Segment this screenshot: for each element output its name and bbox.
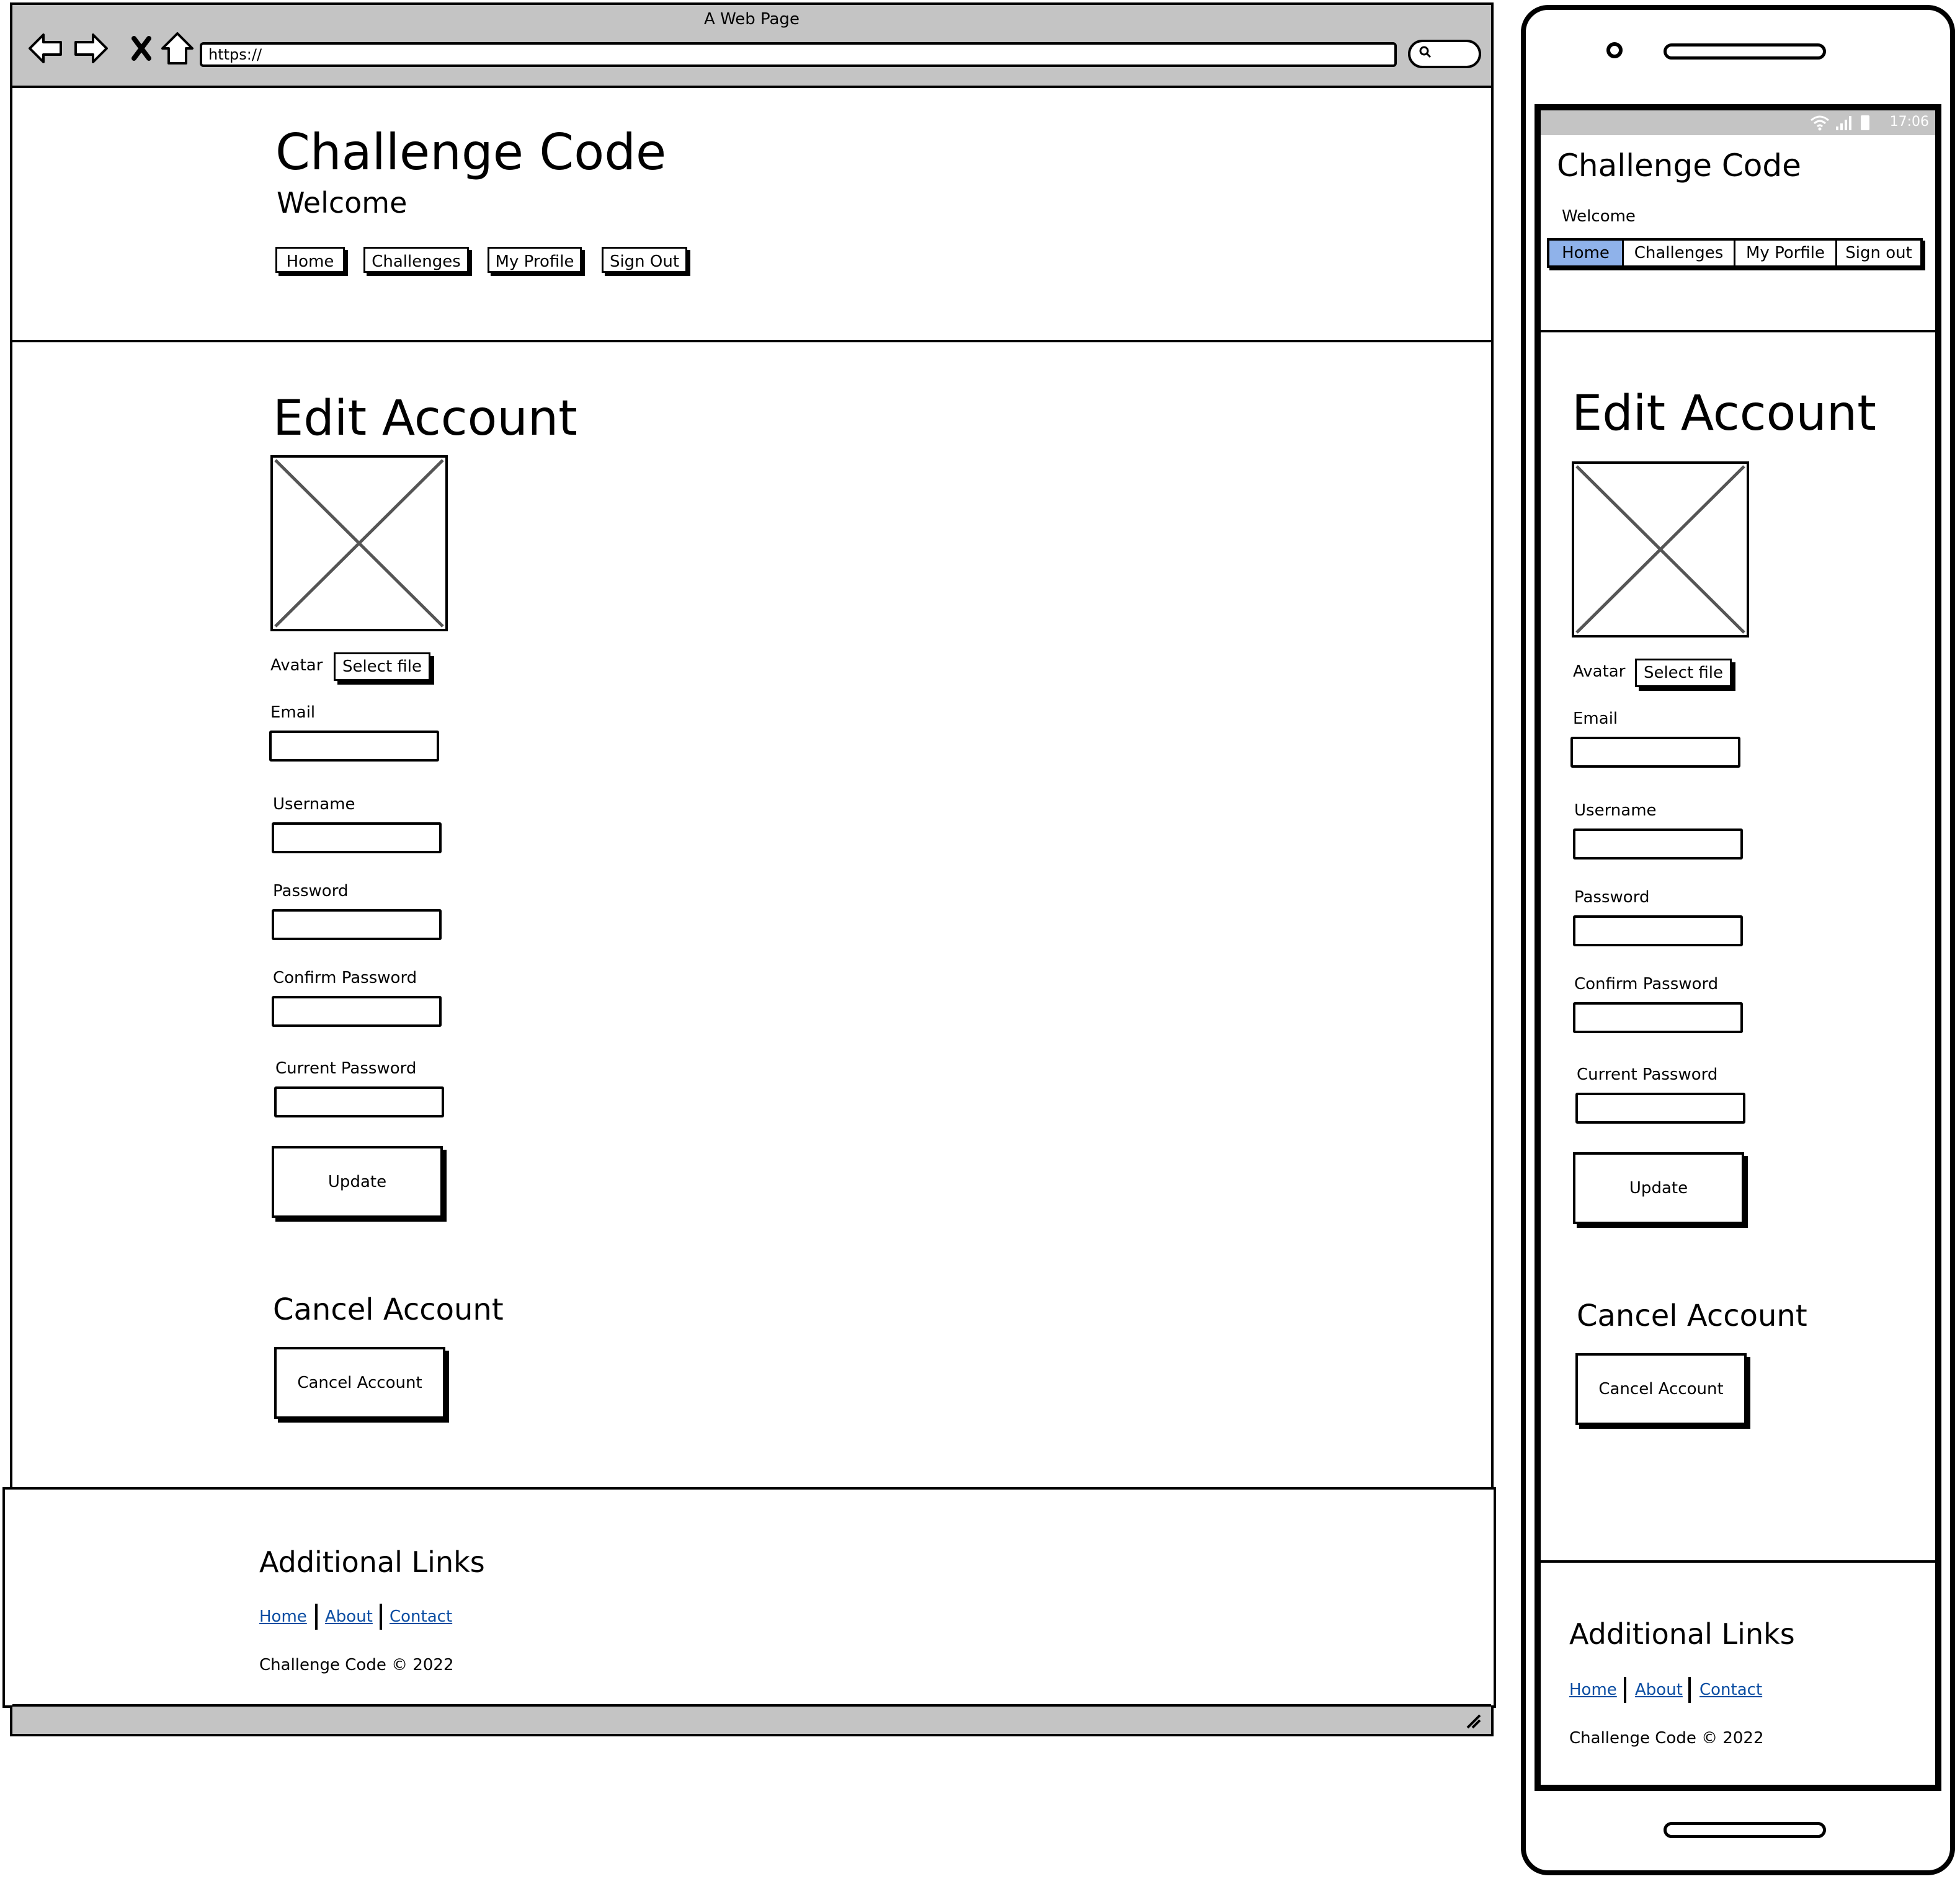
- tab-home[interactable]: Home: [1549, 241, 1624, 265]
- copyright-text: Challenge Code © 2022: [1569, 1729, 1764, 1748]
- signal-icon: [1836, 116, 1851, 130]
- current-password-field[interactable]: [274, 1086, 444, 1117]
- email-label: Email: [270, 703, 316, 722]
- update-button[interactable]: Update: [1573, 1152, 1744, 1224]
- avatar-label: Avatar: [1573, 662, 1626, 681]
- address-bar[interactable]: https://: [200, 42, 1397, 67]
- cancel-account-button[interactable]: Cancel Account: [274, 1347, 445, 1419]
- cancel-account-heading: Cancel Account: [1577, 1299, 1807, 1333]
- link-divider: [1688, 1677, 1691, 1703]
- site-title: Challenge Code: [275, 123, 667, 181]
- current-password-label: Current Password: [1577, 1065, 1718, 1084]
- username-field[interactable]: [272, 822, 442, 853]
- avatar-image-placeholder: [270, 455, 448, 631]
- home-icon[interactable]: [159, 30, 196, 67]
- forward-arrow-icon[interactable]: [72, 30, 109, 67]
- update-button[interactable]: Update: [272, 1146, 443, 1218]
- tab-challenges[interactable]: Challenges: [1624, 241, 1735, 265]
- site-title: Challenge Code: [1557, 148, 1801, 184]
- username-field[interactable]: [1573, 828, 1743, 860]
- avatar-image-placeholder: [1572, 461, 1749, 637]
- additional-links-heading: Additional Links: [259, 1545, 485, 1579]
- edit-account-heading: Edit Account: [1572, 386, 1876, 442]
- edit-account-heading: Edit Account: [273, 391, 577, 446]
- site-footer: Additional Links Home About Contact Chal…: [2, 1487, 1496, 1708]
- browser-status-bar: [12, 1704, 1491, 1734]
- email-field[interactable]: [1570, 737, 1740, 768]
- tab-sign-out[interactable]: Sign out: [1837, 241, 1920, 265]
- username-label: Username: [273, 795, 355, 814]
- email-field[interactable]: [269, 731, 439, 762]
- password-field[interactable]: [272, 909, 442, 940]
- welcome-text: Welcome: [1562, 207, 1636, 226]
- copyright-text: Challenge Code © 2022: [259, 1656, 454, 1674]
- home-button-slot[interactable]: [1664, 1822, 1826, 1838]
- browser-search-box[interactable]: [1408, 40, 1481, 68]
- back-arrow-icon[interactable]: [27, 30, 65, 67]
- footer-link-home[interactable]: Home: [259, 1607, 307, 1626]
- image-placeholder-icon: [1575, 465, 1745, 634]
- nav-home-button[interactable]: Home: [275, 247, 345, 273]
- mobile-status-bar: 17:06: [1541, 110, 1935, 135]
- confirm-password-field[interactable]: [1573, 1002, 1743, 1033]
- confirm-password-field[interactable]: [272, 996, 442, 1027]
- browser-toolbar: A Web Page https://: [12, 5, 1491, 88]
- confirm-password-label: Confirm Password: [273, 969, 417, 987]
- select-file-button[interactable]: Select file: [334, 652, 430, 681]
- link-divider: [1624, 1677, 1626, 1703]
- username-label: Username: [1574, 801, 1657, 820]
- image-placeholder-icon: [274, 459, 444, 628]
- mobile-phone-frame: 17:06 Challenge Code Welcome Home Challe…: [1521, 5, 1955, 1875]
- search-icon: [1419, 46, 1432, 58]
- status-icons: [1811, 115, 1869, 131]
- footer-link-about[interactable]: About: [325, 1607, 373, 1626]
- nav-challenges-button[interactable]: Challenges: [363, 247, 469, 273]
- footer-link-contact[interactable]: Contact: [1699, 1681, 1762, 1699]
- current-password-label: Current Password: [275, 1059, 417, 1078]
- link-divider: [380, 1604, 382, 1630]
- battery-icon: [1861, 115, 1869, 130]
- resize-grip-icon[interactable]: [1464, 1712, 1482, 1730]
- footer-link-contact[interactable]: Contact: [390, 1607, 452, 1626]
- window-title: A Web Page: [704, 10, 800, 29]
- select-file-button[interactable]: Select file: [1635, 659, 1732, 687]
- footer-link-about[interactable]: About: [1635, 1681, 1683, 1699]
- desktop-browser-window: A Web Page https:// Challenge Code Welco…: [2, 2, 1496, 1736]
- password-field[interactable]: [1573, 915, 1743, 946]
- cancel-account-button[interactable]: Cancel Account: [1575, 1353, 1747, 1425]
- avatar-label: Avatar: [270, 656, 323, 675]
- mobile-site-footer: Additional Links Home About Contact Chal…: [1541, 1560, 1935, 1785]
- nav-my-profile-button[interactable]: My Profile: [488, 247, 582, 273]
- nav-sign-out-button[interactable]: Sign Out: [602, 247, 687, 273]
- speaker-slot: [1664, 43, 1826, 60]
- additional-links-heading: Additional Links: [1569, 1617, 1795, 1651]
- site-header: Challenge Code Welcome Home Challenges M…: [12, 88, 1491, 342]
- mobile-screen: 17:06 Challenge Code Welcome Home Challe…: [1535, 104, 1941, 1791]
- password-label: Password: [273, 882, 349, 900]
- password-label: Password: [1574, 888, 1650, 907]
- confirm-password-label: Confirm Password: [1574, 975, 1719, 993]
- welcome-text: Welcome: [277, 186, 408, 220]
- link-divider: [315, 1604, 318, 1630]
- mobile-nav-tabs: Home Challenges My Porfile Sign out: [1547, 238, 1923, 268]
- footer-link-home[interactable]: Home: [1569, 1681, 1617, 1699]
- email-label: Email: [1573, 709, 1618, 728]
- stop-icon[interactable]: [124, 30, 161, 67]
- mobile-site-header: Challenge Code Welcome Home Challenges M…: [1541, 135, 1935, 332]
- cancel-account-heading: Cancel Account: [273, 1292, 504, 1327]
- status-time: 17:06: [1889, 114, 1929, 130]
- camera-dot: [1606, 42, 1623, 58]
- tab-my-porfile[interactable]: My Porfile: [1735, 241, 1837, 265]
- current-password-field[interactable]: [1575, 1093, 1745, 1124]
- wifi-icon: [1811, 115, 1829, 131]
